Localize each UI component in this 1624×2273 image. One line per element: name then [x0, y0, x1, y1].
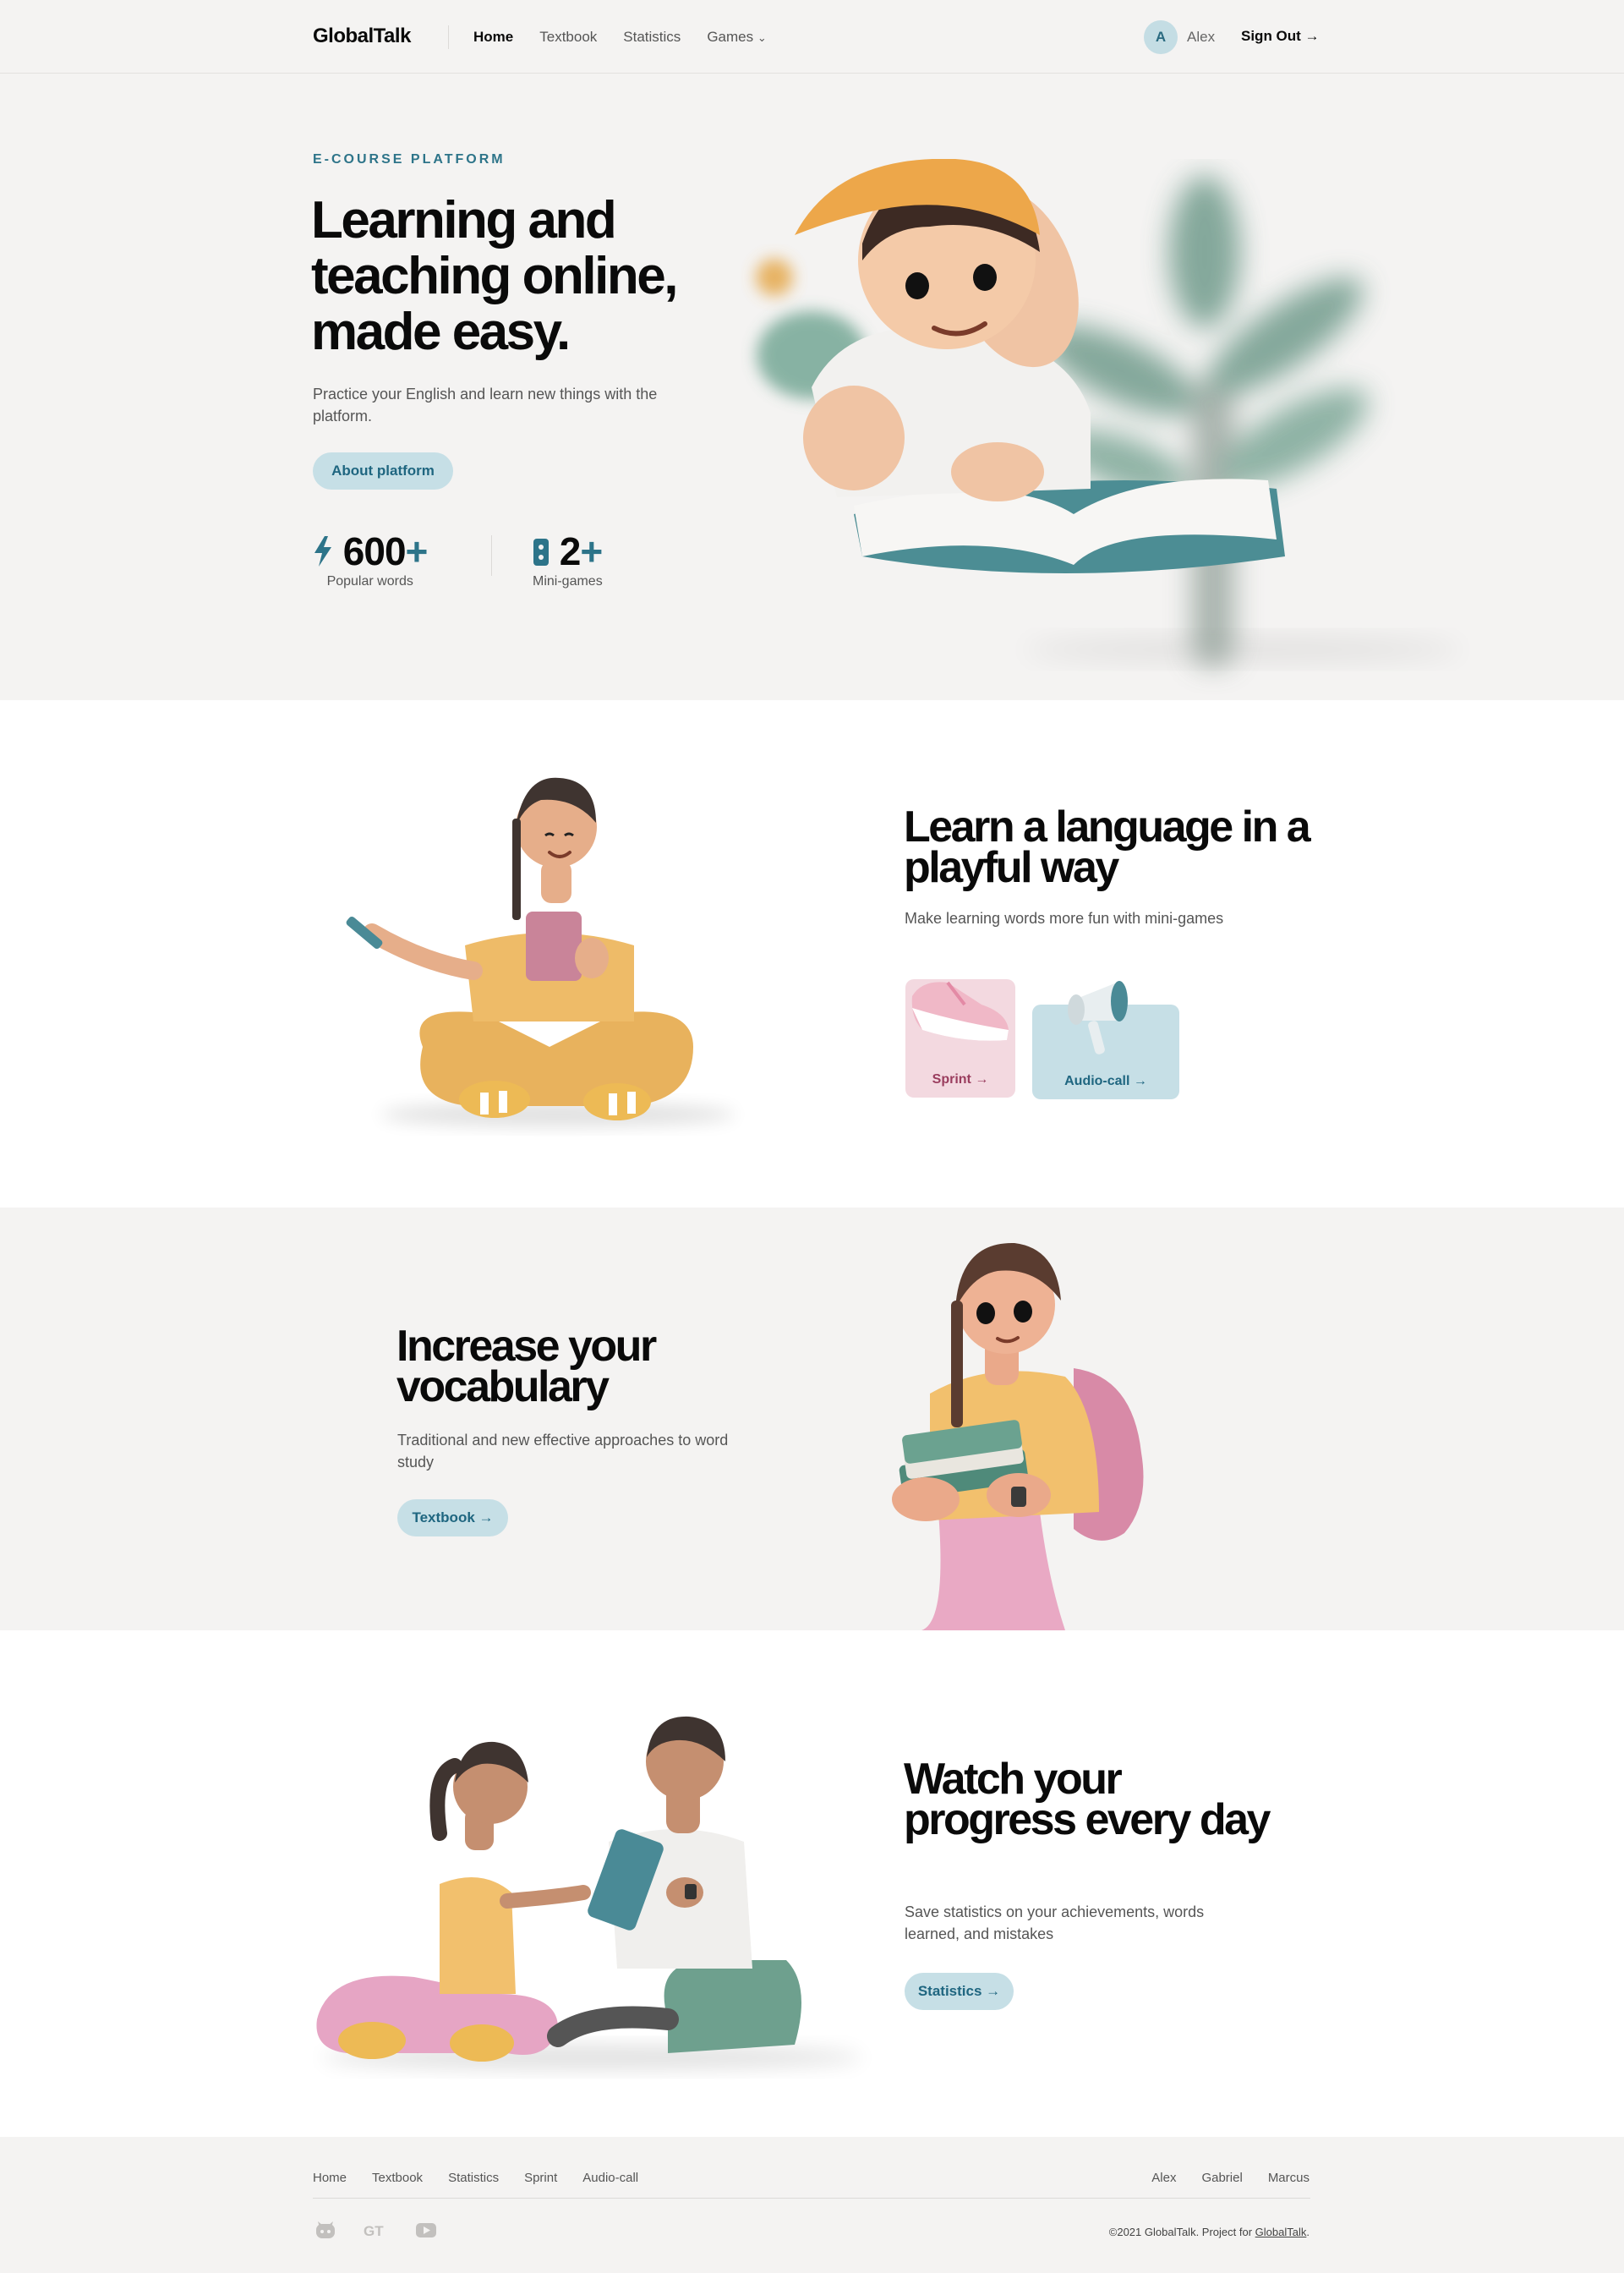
gt-logo-icon[interactable]: GT: [364, 2220, 385, 2240]
hero-subtitle: Practice your English and learn new thin…: [313, 386, 658, 424]
stat-words-label: Popular words: [326, 574, 413, 589]
stat-games: 2+ Mini-games: [533, 532, 603, 589]
site-footer: Home Textbook Statistics Sprint Audio-ca…: [0, 2137, 1624, 2273]
author-link-alex[interactable]: Alex: [1151, 2171, 1176, 2185]
user-name: Alex: [1187, 29, 1216, 45]
avatar[interactable]: A: [1144, 20, 1178, 54]
footer-divider: [313, 2198, 1310, 2199]
statistics-button[interactable]: Statistics →: [905, 1973, 1014, 2010]
nav-games-label: Games: [707, 29, 754, 45]
youtube-icon[interactable]: [415, 2220, 437, 2240]
stat-games-value: 2: [559, 529, 582, 573]
footer-link-textbook[interactable]: Textbook: [372, 2171, 423, 2185]
stat-games-plus: +: [580, 529, 603, 573]
games-subtitle: Make learning words more fun with mini-g…: [905, 910, 1224, 927]
author-link-gabriel[interactable]: Gabriel: [1201, 2171, 1242, 2185]
copyright-link[interactable]: GlobalTalk: [1255, 2226, 1307, 2238]
boy-reading-illustration: [756, 159, 1463, 666]
footer-nav: Home Textbook Statistics Sprint Audio-ca…: [313, 2171, 638, 2185]
textbook-button[interactable]: Textbook →: [397, 1499, 508, 1536]
progress-section: Watch your progress every day Save stati…: [0, 1630, 1624, 2137]
girl-with-tablet-illustration: [346, 777, 735, 1126]
sprint-label: Sprint →: [932, 1072, 989, 1087]
nav-home[interactable]: Home: [473, 29, 513, 46]
signout-button[interactable]: Sign Out →: [1241, 28, 1320, 45]
chevron-down-icon: ⌄: [757, 31, 767, 44]
nav-textbook[interactable]: Textbook: [539, 29, 597, 46]
footer-link-statistics[interactable]: Statistics: [448, 2171, 499, 2185]
games-section: Learn a language in a playful way Make l…: [0, 700, 1624, 1208]
vocab-title: Increase your vocabulary: [396, 1322, 657, 1411]
megaphone-icon: [1068, 981, 1128, 1054]
audio-call-card[interactable]: Audio-call →: [1032, 981, 1179, 1099]
hero-section: E-COURSE PLATFORM Learning and teaching …: [0, 74, 1624, 700]
nav-statistics[interactable]: Statistics: [623, 29, 681, 46]
audio-call-label: Audio-call →: [1064, 1074, 1147, 1088]
github-icon[interactable]: [314, 2220, 336, 2240]
sneaker-icon: [911, 981, 1009, 1041]
stat-divider: [491, 535, 492, 576]
copyright: ©2021 GlobalTalk. Project for GlobalTalk…: [1109, 2226, 1310, 2238]
vocab-section: Increase your vocabulary Traditional and…: [0, 1208, 1624, 1630]
stat-games-label: Mini-games: [533, 574, 603, 589]
games-title: Learn a language in a playful way: [904, 802, 1311, 892]
progress-title: Watch your progress every day: [904, 1755, 1271, 1844]
footer-link-audio-call[interactable]: Audio-call: [582, 2171, 638, 2185]
gamepad-icon: [533, 539, 549, 566]
footer-authors: Alex Gabriel Marcus: [1151, 2171, 1310, 2185]
lightning-icon: [314, 536, 331, 567]
hero-eyebrow: E-COURSE PLATFORM: [313, 152, 506, 167]
svg-text:GT: GT: [364, 2223, 384, 2239]
author-link-marcus[interactable]: Marcus: [1268, 2171, 1310, 2185]
stat-words-value: 600: [342, 529, 407, 573]
main-nav: Home Textbook Statistics Games ⌄: [473, 29, 767, 46]
site-header: GlobalTalk Home Textbook Statistics Game…: [0, 0, 1624, 74]
stat-words: 600+ Popular words: [313, 529, 429, 589]
hero-title: Learning and teaching online, made easy.: [311, 191, 678, 361]
girl-with-books-illustration: [892, 1242, 1144, 1630]
progress-subtitle: Save statistics on your achievements, wo…: [905, 1903, 1205, 1942]
about-platform-button[interactable]: About platform: [313, 452, 453, 490]
sprint-card[interactable]: Sprint →: [905, 979, 1015, 1098]
copyright-end: .: [1306, 2226, 1310, 2238]
logo[interactable]: GlobalTalk: [313, 25, 411, 48]
nav-divider: [448, 25, 449, 49]
footer-link-sprint[interactable]: Sprint: [524, 2171, 557, 2185]
footer-link-home[interactable]: Home: [313, 2171, 347, 2185]
vocab-subtitle: Traditional and new effective approaches…: [397, 1432, 729, 1471]
couple-with-tablet-illustration: [316, 1716, 862, 2069]
nav-games[interactable]: Games ⌄: [707, 29, 766, 46]
copyright-text: ©2021 GlobalTalk. Project for: [1108, 2226, 1253, 2238]
stat-words-plus: +: [405, 529, 429, 573]
